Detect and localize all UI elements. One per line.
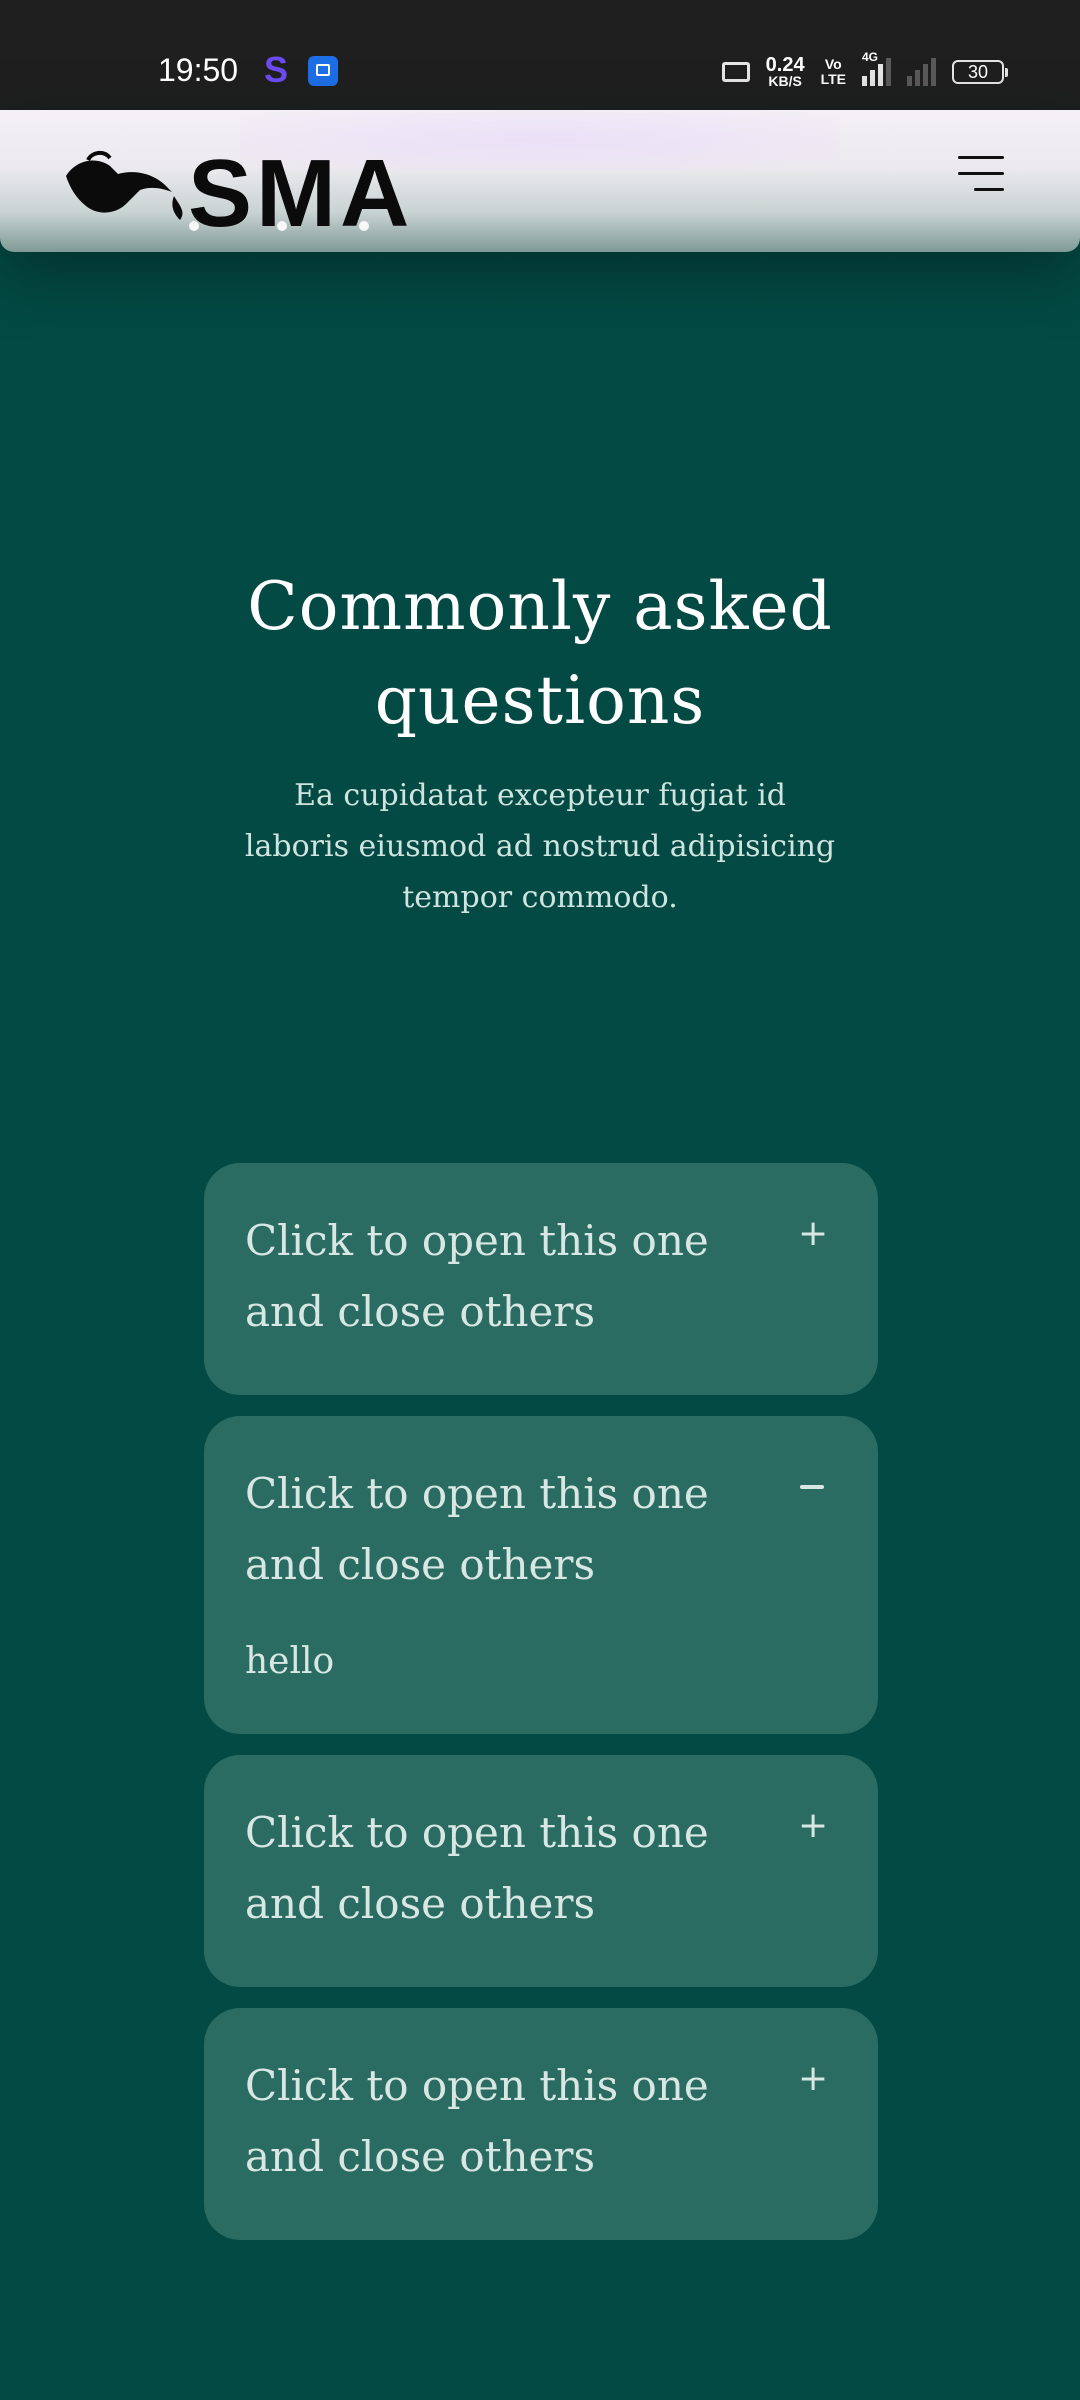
faq-question: Click to open this one and close others [245,1469,709,1589]
faq-question: Click to open this one and close others [245,1216,709,1336]
faq-item[interactable]: Click to open this one and close others … [204,1163,878,1395]
site-header: SMA [0,110,1080,252]
faq-question: Click to open this one and close others [245,2061,709,2181]
faq-item[interactable]: Click to open this one and close others … [204,2008,878,2240]
hamburger-menu-icon[interactable] [956,154,1004,194]
page-title: Commonly asked questions [247,568,833,739]
status-indicators: 0.24 KB/S Vo LTE 4G 30 [721,50,1008,92]
battery-icon: 30 [952,60,1008,84]
expand-icon[interactable]: + [798,1808,828,1844]
network-speed: 0.24 KB/S [765,54,805,89]
s-app-icon: S [264,49,289,90]
network-speed-unit: KB/S [768,73,802,89]
network-type: 4G [862,50,879,64]
watering-can-icon [66,151,183,220]
collapse-icon[interactable] [798,1472,828,1502]
page-subtitle: Ea cupidatat excepteur fugiat id laboris… [244,778,836,915]
screen-record-icon [721,62,750,82]
faq-item-open[interactable]: Click to open this one and close others … [204,1416,878,1734]
status-bar: 19:50 S 0.24 KB/S Vo LTE 4G 30 [0,0,1080,110]
faq-accordion: Click to open this one and close others … [204,1163,878,2261]
file-manager-icon [308,56,338,86]
volte-bottom: LTE [820,71,846,87]
logo[interactable]: SMA [62,140,442,242]
faq-answer: hello [245,1641,335,1682]
status-time: 19:50 [158,52,239,88]
faq-question: Click to open this one and close others [245,1808,709,1928]
volte-top: Vo [824,56,842,72]
signal-strength-icon: 4G [862,50,891,86]
battery-level: 30 [967,62,989,82]
expand-icon[interactable]: + [798,1216,828,1252]
signal-strength-secondary-icon [907,58,936,86]
expand-icon[interactable]: + [798,2061,828,2097]
volte-icon: Vo LTE [821,57,846,87]
network-speed-value: 0.24 [765,54,805,76]
faq-item[interactable]: Click to open this one and close others … [204,1755,878,1987]
